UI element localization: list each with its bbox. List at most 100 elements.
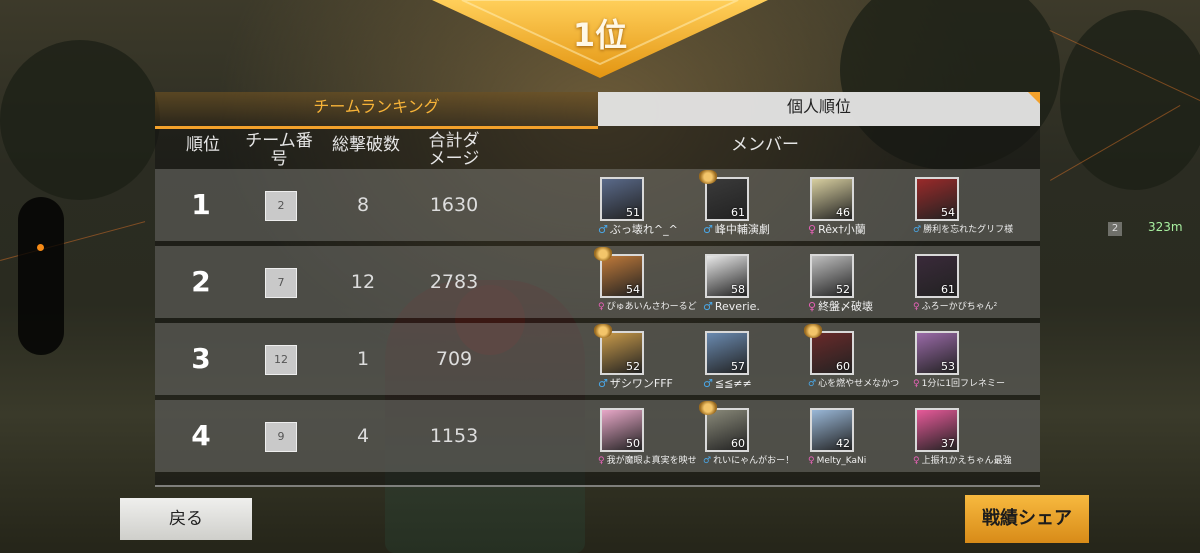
player-level: 54 [941,206,955,219]
table-row[interactable]: 2 7 12 2783 54 ♀ ぴゅあいんさわーるど 58 ♂ Reverie. 52 ♀ 終盤〆破壊… [155,246,1040,318]
player-avatar-icon[interactable]: 54 [915,177,959,221]
player-name: ぶっ壊れ^_^ [609,223,678,236]
team-member[interactable]: 52 ♂ ザシワンFFF [594,324,702,393]
column-header-rank: 順位 [186,135,220,155]
minimap-team-badge: 2 [1108,222,1122,236]
player-name-line: ♀ ぴゅあいんさわーるど [598,300,697,314]
table-row[interactable]: 3 12 1 709 52 ♂ ザシワンFFF 57 ♂ ≦≦≠≠ 60 ♂ 心を燃やせメなかつ 53 ♀ 1… [155,323,1040,395]
player-avatar-icon[interactable]: 58 [705,254,749,298]
minimap-distance: 323m [1148,220,1183,234]
row-kills: 1 [356,348,370,370]
player-avatar-icon[interactable]: 60 [705,408,749,452]
background-tree [0,40,160,200]
tab-corner-icon [1028,92,1040,104]
player-avatar-icon[interactable]: 57 [705,331,749,375]
table-row[interactable]: 1 2 8 1630 51 ♂ ぶっ壊れ^_^ 61 ♂ 峰中輔演劇 46 ♀ Rêx†小蘭 54 ♂ 勝利を… [155,169,1040,241]
side-drawer-handle[interactable] [18,197,64,355]
female-icon: ♀ [598,456,605,466]
team-member[interactable]: 61 ♀ ふろーかぴちゃん² [913,250,1017,316]
player-avatar-icon[interactable]: 53 [915,331,959,375]
player-level: 52 [836,283,850,296]
tab-team-ranking[interactable]: チームランキング [155,92,598,129]
male-icon: ♂ [703,300,713,313]
player-name: 終盤〆破壊 [818,300,874,313]
female-icon: ♀ [913,379,920,389]
player-avatar-icon[interactable]: 52 [810,254,854,298]
team-member[interactable]: 57 ♂ ≦≦≠≠ [703,327,807,393]
player-name-line: ♀ 我が魔眼よ真実を映せ [598,454,697,468]
row-damage: 709 [435,348,473,370]
player-name-line: ♂ ≦≦≠≠ [703,377,752,391]
male-icon: ♂ [598,377,608,390]
player-name: 峰中輔演劇 [714,223,770,236]
player-name: 1分に1回フレネミー [921,379,1006,389]
player-level: 46 [836,206,850,219]
player-avatar-icon[interactable]: 37 [915,408,959,452]
player-avatar-icon[interactable]: 60 [810,331,854,375]
player-avatar-icon[interactable]: 61 [915,254,959,298]
team-number-badge: 7 [265,268,297,298]
player-avatar-icon[interactable]: 61 [705,177,749,221]
row-kills: 4 [356,425,370,447]
row-rank: 3 [191,342,211,375]
player-level: 58 [731,283,745,296]
female-icon: ♀ [808,300,817,313]
column-header-team-no: チーム番号 [245,131,313,169]
row-kills: 12 [350,271,376,293]
team-member[interactable]: 46 ♀ Rêx†小蘭 [808,173,912,239]
player-avatar-icon[interactable]: 51 [600,177,644,221]
female-icon: ♀ [913,302,920,312]
row-damage: 1153 [429,425,479,447]
female-icon: ♀ [913,456,920,466]
team-member[interactable]: 52 ♀ 終盤〆破壊 [808,250,912,316]
team-member[interactable]: 58 ♂ Reverie. [703,250,807,316]
team-member[interactable]: 54 ♂ 勝利を忘れたグリフ様 [913,173,1017,239]
tab-individual-rank[interactable]: 個人順位 [598,92,1040,126]
female-icon: ♀ [808,456,815,466]
player-avatar-icon[interactable]: 42 [810,408,854,452]
player-level: 51 [626,206,640,219]
player-avatar-icon[interactable]: 52 [600,331,644,375]
next-row-peek [155,485,1040,487]
notification-dot-icon [37,244,44,251]
team-member[interactable]: 50 ♀ 我が魔眼よ真実を映せ [598,404,702,470]
player-name: Reverie. [714,300,760,313]
team-member[interactable]: 61 ♂ 峰中輔演劇 [699,170,807,239]
back-button[interactable]: 戻る [120,498,252,540]
player-name-line: ♀ 上振れかえちゃん最強 [913,454,1012,468]
table-row[interactable]: 4 9 4 1153 50 ♀ 我が魔眼よ真実を映せ 60 ♂ れいにゃんがおー！ 42 ♀ Melty… [155,400,1040,472]
team-member[interactable]: 51 ♂ ぶっ壊れ^_^ [598,173,702,239]
player-name: Rêx†小蘭 [818,223,866,236]
player-level: 53 [941,360,955,373]
row-damage: 2783 [429,271,479,293]
team-member[interactable]: 60 ♂ 心を燃やせメなかつ [804,324,912,393]
row-rank: 1 [191,188,211,221]
row-kills: 8 [356,194,370,216]
female-icon: ♀ [598,302,605,312]
team-member[interactable]: 53 ♀ 1分に1回フレネミー [913,327,1017,393]
male-icon: ♂ [808,379,817,389]
player-name: 我が魔眼よ真実を映せ [606,456,697,466]
rank-result-text: 1位 [572,16,628,54]
team-member[interactable]: 60 ♂ れいにゃんがおー！ [699,401,807,470]
player-level: 52 [626,360,640,373]
male-icon: ♂ [703,223,713,236]
male-icon: ♂ [703,456,712,466]
row-rank: 2 [191,265,211,298]
player-level: 60 [836,360,850,373]
team-number-badge: 9 [265,422,297,452]
team-member[interactable]: 54 ♀ ぴゅあいんさわーるど [594,247,702,316]
player-avatar-icon[interactable]: 54 [600,254,644,298]
share-results-button[interactable]: 戦績シェア [965,495,1089,543]
male-icon: ♂ [913,225,922,235]
player-avatar-icon[interactable]: 50 [600,408,644,452]
player-level: 37 [941,437,955,450]
team-member[interactable]: 42 ♀ Melty_KaNi [808,404,912,470]
player-avatar-icon[interactable]: 46 [810,177,854,221]
team-member[interactable]: 37 ♀ 上振れかえちゃん最強 [913,404,1017,470]
player-name-line: ♂ 心を燃やせメなかつ [808,377,899,391]
player-level: 61 [731,206,745,219]
rank-crest-icon [699,170,717,184]
player-name: ザシワンFFF [609,377,673,390]
team-number-badge: 2 [265,191,297,221]
